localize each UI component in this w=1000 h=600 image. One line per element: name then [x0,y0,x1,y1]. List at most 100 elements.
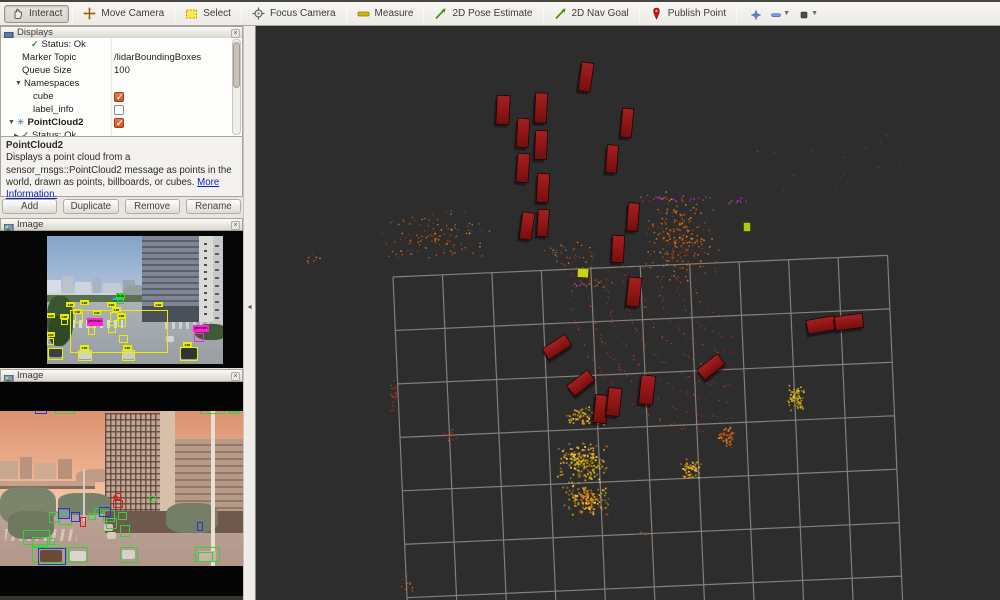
detection-box [200,411,225,414]
tree-row-pointcloud2[interactable]: ▼✳PointCloud2 [1,116,242,129]
select-box-icon [185,7,199,21]
dropdown-caret-icon: ▼ [783,10,790,17]
tree-row-label: Marker Topic [22,52,76,63]
tree-row-label: PointCloud2 [27,117,83,128]
tool-measure-button[interactable]: Measure [350,5,421,23]
small-marker-box [577,268,588,278]
rename-button[interactable]: Rename [186,199,241,214]
image2-close-icon[interactable]: × [231,372,240,381]
detection-box [149,496,156,502]
tree-row-value[interactable]: /lidarBoundingBoxes [114,52,201,63]
lidar-bounding-box [636,375,655,408]
detection-label-tag: bus [116,293,125,299]
detection-label-tag: car [154,302,163,307]
tool-move-camera-button[interactable]: Move Camera [76,5,171,23]
displays-panel-title: Displays [17,27,53,38]
image-panel-icon [4,371,14,380]
collapse-arrow-icon[interactable]: ◄ [246,304,253,311]
add-tool-plus-button[interactable] [750,8,762,20]
detection-label-tag: car [117,313,126,318]
tool-interact-button[interactable]: Interact [4,5,69,23]
tool-select-button[interactable]: Select [178,5,238,23]
red-pin-icon [650,7,664,21]
toolbar-separator [72,6,73,22]
description-title: PointCloud2 [6,140,63,151]
detection-label-tag: car [80,345,89,350]
tool-properties-button[interactable]: ▼ [798,8,818,20]
toolbar-separator [736,6,737,22]
lidar-bounding-box [618,108,634,141]
checkbox-unchecked[interactable] [114,105,124,115]
3d-scene [256,26,1000,600]
lidar-bounding-box [532,130,548,163]
detection-label-tag: car [112,307,121,312]
remove-button[interactable]: Remove [125,199,180,214]
displays-panel-icon [4,28,14,37]
lidar-bounding-box [514,118,530,151]
detection-box [180,347,198,361]
detection-box [47,338,54,345]
tree-row-label: Status: Ok [42,39,86,50]
detection-box [113,500,123,508]
rviz-window: Interact Move Camera Select Focus Camera Mea… [0,0,1000,600]
detection-label-tag: car [183,342,192,347]
detection-label-tag: car [123,345,132,350]
detection-box [99,507,111,517]
tree-row-namespaces[interactable]: ▼Namespaces [1,77,242,90]
image2-panel-title: Image [17,370,43,381]
remove-tool-minus-button[interactable]: ▼ [770,8,790,20]
tree-row-value[interactable]: 100 [114,65,130,76]
detection-box [55,411,75,414]
lidar-bounding-box [532,93,548,127]
display-description: PointCloud2 Displays a point cloud from … [0,136,243,197]
toolbar-separator [346,6,347,22]
status-ok-check-icon: ✓ [31,39,42,50]
lidar-bounding-box [603,145,618,177]
focus-crosshair-icon [252,7,266,21]
tool-nav-goal-button[interactable]: 2D Nav Goal [547,5,636,23]
3d-viewport[interactable] [256,26,1000,600]
tree-row-label-info[interactable]: label_info [1,103,242,116]
move-camera-icon [83,7,97,21]
pointcloud2-display-icon: ✳ [17,117,28,128]
displays-close-icon[interactable]: × [231,29,240,38]
checkbox-checked[interactable] [114,92,124,102]
tool-publish-point-button[interactable]: Publish Point [643,5,733,23]
image2-panel-header[interactable]: Image × [0,369,243,382]
toolbar: Interact Move Camera Select Focus Camera Mea… [0,2,1000,26]
detection-label-tag: car [113,298,117,302]
panel-splitter[interactable]: ◄ [243,26,256,600]
tree-row-status-ok[interactable]: ▶✓Status: Ok [1,129,242,136]
lidar-bounding-box [609,235,625,266]
detection-label-tag: car [73,309,82,314]
expander-arrow-icon[interactable]: ▼ [15,80,22,87]
detection-box [71,512,80,522]
photo1-building [142,236,199,308]
image1-panel-header[interactable]: Image × [0,218,243,231]
tree-row-queue-size[interactable]: Queue Size100 [1,64,242,77]
lidar-bounding-box [624,203,639,235]
detection-box [194,333,204,342]
tree-row-status-ok[interactable]: ✓Status: Ok [1,38,242,51]
tool-focus-camera-button[interactable]: Focus Camera [245,5,343,23]
toolbar-separator [639,6,640,22]
measure-ruler-icon [357,7,371,21]
detection-label-tag: car [66,302,75,307]
detection-box [120,525,130,537]
detection-box [35,411,47,414]
image1-close-icon[interactable]: × [231,221,240,230]
checkbox-checked[interactable] [114,118,124,128]
detection-box [198,552,213,562]
lidar-bounding-box [514,153,530,186]
add-button[interactable]: Add [2,199,57,214]
detection-label-tag: car [47,332,55,337]
duplicate-button[interactable]: Duplicate [63,199,118,214]
scrollbar-thumb[interactable] [233,42,240,88]
tool-pose-estimate-button[interactable]: 2D Pose Estimate [427,5,539,23]
tree-row-cube[interactable]: cube [1,90,242,103]
tree-row-marker-topic[interactable]: Marker Topic/lidarBoundingBoxes [1,51,242,64]
expander-arrow-icon[interactable]: ▼ [8,119,15,126]
camera-image-2 [0,411,243,566]
displays-tree-scrollbar[interactable] [232,39,241,135]
add-tool-plus-icon [750,8,762,20]
